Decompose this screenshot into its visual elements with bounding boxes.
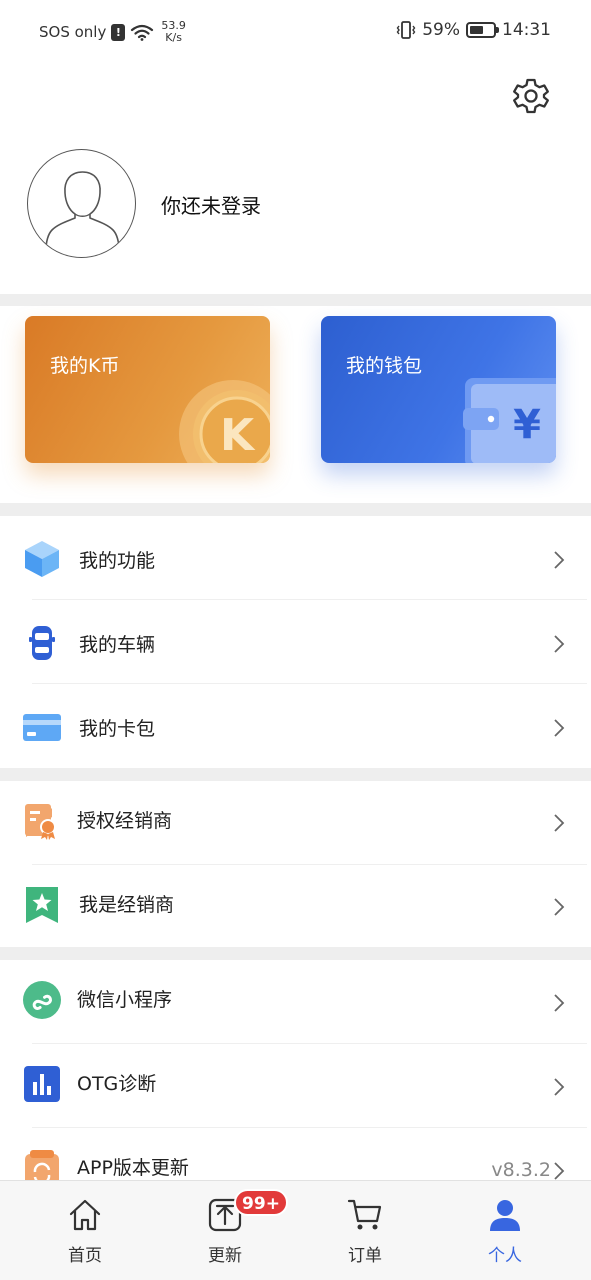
menu-item-my-cards[interactable]: 我的卡包 [0, 684, 591, 768]
nav-label-home: 首页 [68, 1246, 102, 1266]
nav-tab-home[interactable]: 首页 [35, 1181, 135, 1280]
battery-icon [466, 22, 499, 38]
chevron-right-icon [554, 551, 565, 569]
kcoin-card-label: 我的K币 [50, 355, 120, 377]
battery-percent: 59% [422, 20, 460, 40]
wallet-card[interactable]: 我的钱包 ¥ [321, 316, 556, 463]
chevron-right-icon [554, 719, 565, 737]
app-version: v8.3.2 [491, 1159, 551, 1181]
network-speed: 53.9 K/s [161, 19, 186, 44]
menu-item-label: 我的卡包 [79, 718, 156, 740]
login-prompt[interactable]: 你还未登录 [161, 190, 261, 219]
certificate-icon [25, 804, 56, 840]
status-bar: SOS only ! 53.9 K/s 59% 14:31 [0, 0, 591, 62]
clock: 14:31 [502, 20, 551, 40]
menu-item-label: 微信小程序 [77, 989, 173, 1011]
section-separator [0, 768, 591, 781]
nav-label-profile: 个人 [488, 1246, 522, 1266]
chevron-right-icon [554, 635, 565, 653]
kcoin-card[interactable]: 我的K币 K [25, 316, 270, 463]
chevron-right-icon [554, 1162, 565, 1180]
chevron-right-icon [554, 994, 565, 1012]
nav-tab-orders[interactable]: 订单 [315, 1181, 415, 1280]
menu-item-my-features[interactable]: 我的功能 [0, 516, 591, 600]
chevron-right-icon [554, 898, 565, 916]
home-icon [69, 1199, 101, 1231]
chevron-right-icon [554, 1078, 565, 1096]
avatar[interactable] [27, 149, 136, 258]
section-separator [0, 294, 591, 306]
cube-icon [25, 541, 59, 577]
alert-icon: ! [111, 23, 126, 41]
vibrate-icon [396, 21, 416, 39]
menu-item-label: 我的车辆 [79, 634, 156, 656]
wallet-icon: ¥ [463, 378, 556, 463]
nav-tab-profile[interactable]: 个人 [455, 1181, 555, 1280]
menu-item-label: 我是经销商 [79, 894, 175, 916]
menu-item-otg-diagnosis[interactable]: OTG诊断 [0, 1044, 591, 1128]
menu-item-label: 我的功能 [79, 550, 156, 572]
battery-fill [470, 26, 483, 34]
person-icon [490, 1200, 520, 1231]
chevron-right-icon [554, 814, 565, 832]
status-left: SOS only ! 53.9 K/s [39, 20, 186, 44]
wifi-icon [131, 24, 154, 41]
nav-label-orders: 订单 [348, 1246, 382, 1266]
cart-icon [347, 1199, 382, 1230]
menu-item-my-vehicles[interactable]: 我的车辆 [0, 600, 591, 684]
gear-icon[interactable] [510, 75, 552, 117]
star-bookmark-icon [26, 887, 58, 923]
menu-item-label: OTG诊断 [77, 1073, 157, 1095]
k-coin-icon: K [179, 380, 270, 463]
menu-item-label: APP版本更新 [77, 1157, 189, 1179]
wallet-card-label: 我的钱包 [346, 355, 423, 377]
section-separator [0, 503, 591, 516]
default-avatar-icon [45, 171, 120, 251]
update-count-badge: 99+ [234, 1189, 288, 1216]
carrier-text: SOS only [39, 23, 107, 41]
status-right: 59% 14:31 [396, 20, 551, 40]
bottom-nav: 首页 更新 订单 个人 [0, 1180, 591, 1280]
miniprogram-icon [23, 981, 61, 1019]
car-icon [29, 626, 55, 660]
menu-item-label: 授权经销商 [77, 810, 173, 832]
menu-item-wechat-miniprogram[interactable]: 微信小程序 [0, 960, 591, 1044]
menu-item-i-am-dealer[interactable]: 我是经销商 [0, 865, 591, 949]
bar-chart-icon [24, 1066, 60, 1102]
card-icon [23, 714, 61, 741]
menu-item-authorized-dealers[interactable]: 授权经销商 [0, 781, 591, 865]
svg-text:¥: ¥ [513, 402, 541, 448]
svg-text:K: K [220, 410, 256, 461]
nav-label-update: 更新 [208, 1246, 242, 1266]
